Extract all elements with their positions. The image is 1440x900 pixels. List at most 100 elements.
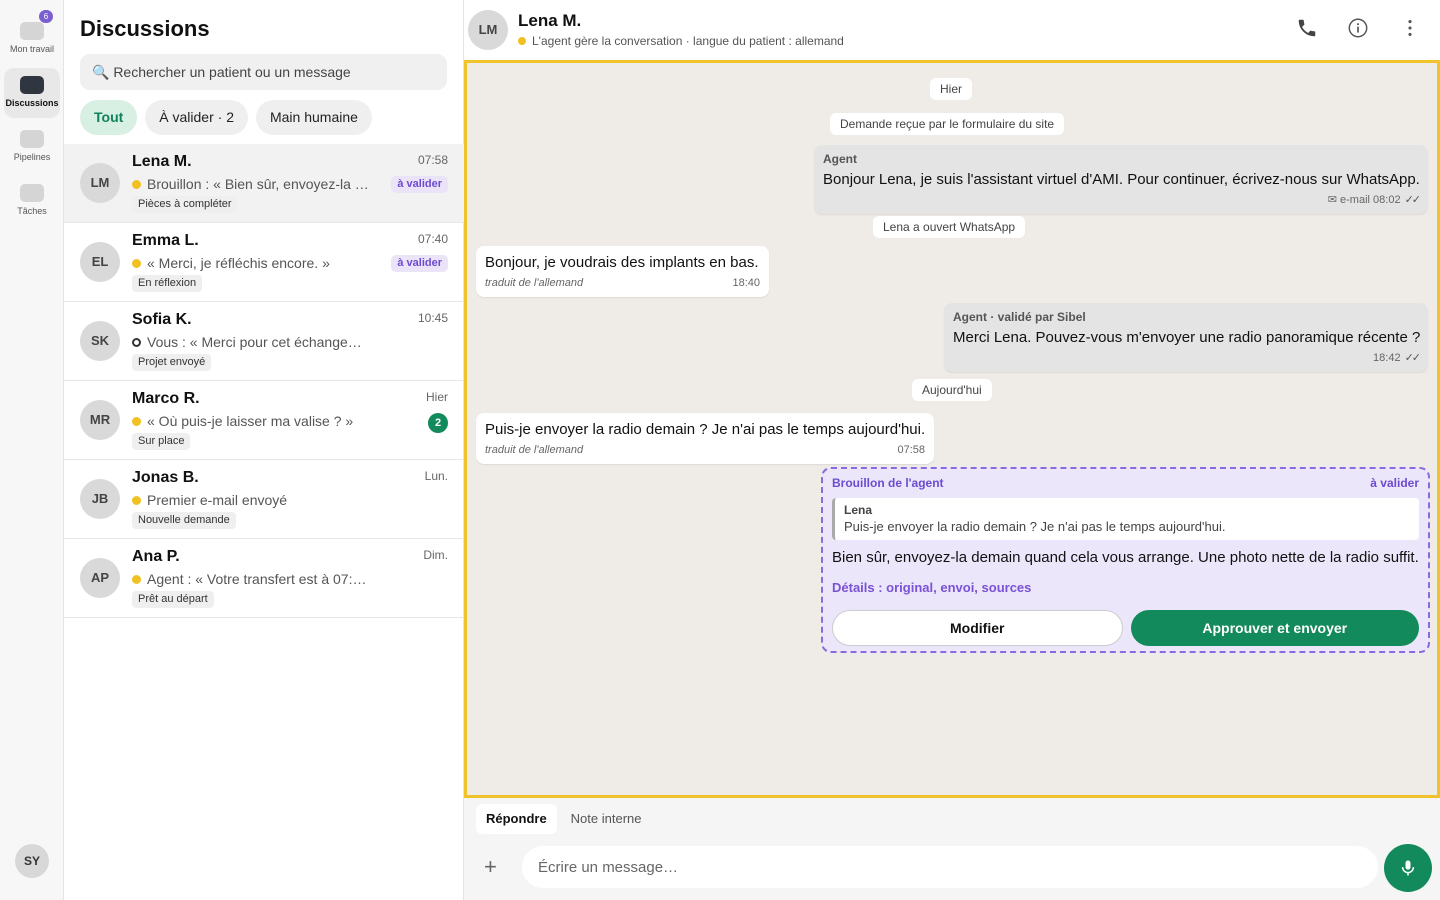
chat-panel: LM Lena M. L'agent gère la conversation … bbox=[464, 0, 1440, 900]
conversation-item[interactable]: EL Emma L. 07:40 « Merci, je réfléchis e… bbox=[64, 223, 464, 302]
message-meta: 18:42 ✓✓ bbox=[953, 352, 1421, 365]
quoted-message: Lena Puis-je envoyer la radio demain ? J… bbox=[832, 498, 1419, 540]
draft-text: Bien sûr, envoyez-la demain quand cela v… bbox=[832, 549, 1419, 566]
message-text: Merci Lena. Pouvez-vous m'envoyer une ra… bbox=[953, 329, 1421, 346]
conversation-time: Lun. bbox=[424, 469, 448, 483]
app: 6 Mon travail Discussions Pipelines Tâch… bbox=[0, 0, 1440, 900]
status-dot-icon bbox=[132, 575, 141, 584]
quote-sender: Lena bbox=[844, 503, 873, 517]
message-time: 07:58 bbox=[897, 444, 925, 456]
message-thread[interactable]: Hier Demande reçue par le formulaire du … bbox=[464, 60, 1440, 798]
edit-draft-button[interactable]: Modifier bbox=[832, 610, 1123, 646]
filter-all[interactable]: Tout bbox=[80, 100, 138, 135]
phone-icon[interactable] bbox=[1294, 17, 1320, 43]
preview-text: Premier e-mail envoyé bbox=[147, 492, 288, 508]
message-time: 18:40 bbox=[732, 277, 760, 289]
quote-text: Puis-je envoyer la radio demain ? Je n'a… bbox=[844, 519, 1226, 534]
filter-chips: Tout À valider · 2 Main humaine bbox=[80, 100, 372, 135]
preview-text: « Merci, je réfléchis encore. » bbox=[147, 255, 330, 271]
rail-item-my-work[interactable]: 6 Mon travail bbox=[4, 10, 60, 64]
conversation-time: Hier bbox=[425, 390, 448, 404]
rail-item-discussions[interactable]: Discussions bbox=[4, 68, 60, 118]
conversation-item[interactable]: MR Marco R. Hier « Où puis-je laisser ma… bbox=[64, 381, 464, 460]
preview-text: Brouillon : « Bien sûr, envoyez-la demai… bbox=[147, 176, 372, 192]
more-icon[interactable] bbox=[1397, 17, 1423, 43]
rail-item-tasks[interactable]: Tâches bbox=[4, 176, 60, 226]
draft-title: Brouillon de l'agent bbox=[832, 476, 944, 490]
composer-tabs: Répondre Note interne bbox=[476, 804, 652, 834]
chat-header: LM Lena M. L'agent gère la conversation … bbox=[464, 0, 1440, 60]
draft-actions: Modifier Approuver et envoyer bbox=[832, 610, 1419, 646]
rail-item-pipelines[interactable]: Pipelines bbox=[4, 122, 60, 172]
system-event: Demande reçue par le formulaire du site bbox=[830, 113, 1065, 135]
message-meta: traduit de l'allemand 07:58 bbox=[485, 444, 925, 457]
message-bubble[interactable]: Agent Bonjour Lena, je suis l'assistant … bbox=[814, 145, 1428, 214]
message-text: Puis-je envoyer la radio demain ? Je n'a… bbox=[485, 421, 926, 438]
rail-badge: 6 bbox=[39, 10, 53, 23]
day-separator: Aujourd'hui bbox=[912, 379, 992, 401]
stage-tag: Nouvelle demande bbox=[132, 512, 236, 529]
tab-reply[interactable]: Répondre bbox=[476, 804, 557, 834]
conversation-preview: « Où puis-je laisser ma valise ? » bbox=[132, 413, 372, 429]
user-avatar[interactable]: SY bbox=[15, 844, 49, 878]
message-time: 18:42 bbox=[1373, 352, 1401, 364]
microphone-icon[interactable] bbox=[1384, 844, 1432, 892]
status-dot-icon bbox=[132, 259, 141, 268]
translation-note: traduit de l'allemand bbox=[485, 444, 584, 456]
approve-send-button[interactable]: Approuver et envoyer bbox=[1130, 610, 1419, 646]
attach-plus-icon[interactable]: + bbox=[484, 856, 497, 878]
avatar: LM bbox=[80, 163, 120, 203]
message-text: Bonjour, je voudrais des implants en bas… bbox=[485, 254, 759, 271]
message-bubble[interactable]: Puis-je envoyer la radio demain ? Je n'a… bbox=[476, 413, 934, 464]
tab-internal-note[interactable]: Note interne bbox=[561, 804, 652, 834]
message-time: 08:02 bbox=[1373, 194, 1401, 206]
contact-name: Lena M. bbox=[518, 11, 582, 30]
draft-details-link[interactable]: Détails : original, envoi, sources bbox=[832, 580, 1419, 595]
draft-status: à valider bbox=[1370, 476, 1419, 490]
conversation-status: L'agent gère la conversation · langue du… bbox=[518, 34, 844, 48]
info-icon[interactable] bbox=[1345, 17, 1371, 43]
avatar: AP bbox=[80, 558, 120, 598]
conversation-list-panel: Discussions Tout À valider · 2 Main huma… bbox=[64, 0, 464, 900]
conversation-name: Lena M. bbox=[132, 153, 192, 170]
validate-badge: à valider bbox=[391, 255, 448, 272]
rail-label: Tâches bbox=[17, 206, 47, 216]
conversation-item[interactable]: AP Ana P. Dim. Agent : « Votre transfert… bbox=[64, 539, 464, 618]
conversation-time: 07:58 bbox=[417, 153, 448, 167]
filter-to-validate[interactable]: À valider · 2 bbox=[145, 100, 248, 135]
conversation-name: Jonas B. bbox=[132, 469, 199, 486]
stage-tag: Projet envoyé bbox=[132, 354, 212, 371]
unread-count-badge: 2 bbox=[428, 413, 448, 433]
stage-tag: Prêt au départ bbox=[132, 591, 214, 608]
message-input[interactable] bbox=[522, 846, 1378, 888]
inbox-icon bbox=[20, 22, 44, 40]
sent-ring-icon bbox=[132, 338, 141, 347]
day-separator: Hier bbox=[930, 78, 973, 100]
system-event: Lena a ouvert WhatsApp bbox=[873, 216, 1026, 238]
chat-icon bbox=[20, 76, 44, 94]
status-dot-icon bbox=[132, 180, 141, 189]
preview-text: « Où puis-je laisser ma valise ? » bbox=[147, 413, 354, 429]
conversation-preview: Premier e-mail envoyé bbox=[132, 492, 372, 508]
stage-tag: Sur place bbox=[132, 433, 191, 450]
message-meta: traduit de l'allemand 18:40 bbox=[485, 277, 760, 290]
avatar[interactable]: LM bbox=[468, 10, 508, 50]
conversation-item[interactable]: JB Jonas B. Lun. Premier e-mail envoyé N… bbox=[64, 460, 464, 539]
draft-header: Brouillon de l'agent à valider bbox=[832, 476, 1419, 490]
conversation-item[interactable]: SK Sofia K. 10:45 Vous : « Merci pour ce… bbox=[64, 302, 464, 381]
search-input[interactable] bbox=[80, 54, 447, 90]
conversation-preview: Brouillon : « Bien sûr, envoyez-la demai… bbox=[132, 176, 372, 192]
status-dot-icon bbox=[132, 417, 141, 426]
preview-text: Vous : « Merci pour cet échange… » bbox=[147, 334, 372, 350]
tasks-icon bbox=[20, 184, 44, 202]
message-bubble[interactable]: Bonjour, je voudrais des implants en bas… bbox=[476, 246, 769, 297]
conversation-item[interactable]: LM Lena M. 07:58 Brouillon : « Bien sûr,… bbox=[64, 144, 464, 223]
filter-human-hand[interactable]: Main humaine bbox=[255, 100, 372, 135]
avatar: MR bbox=[80, 400, 120, 440]
message-bubble[interactable]: Agent · validé par Sibel Merci Lena. Pou… bbox=[944, 303, 1428, 372]
channel-label: ✉ e-mail bbox=[1327, 194, 1370, 206]
avatar: JB bbox=[80, 479, 120, 519]
status-text: L'agent gère la conversation · langue du… bbox=[532, 34, 844, 48]
rail-label: Pipelines bbox=[13, 152, 51, 162]
avatar: EL bbox=[80, 242, 120, 282]
